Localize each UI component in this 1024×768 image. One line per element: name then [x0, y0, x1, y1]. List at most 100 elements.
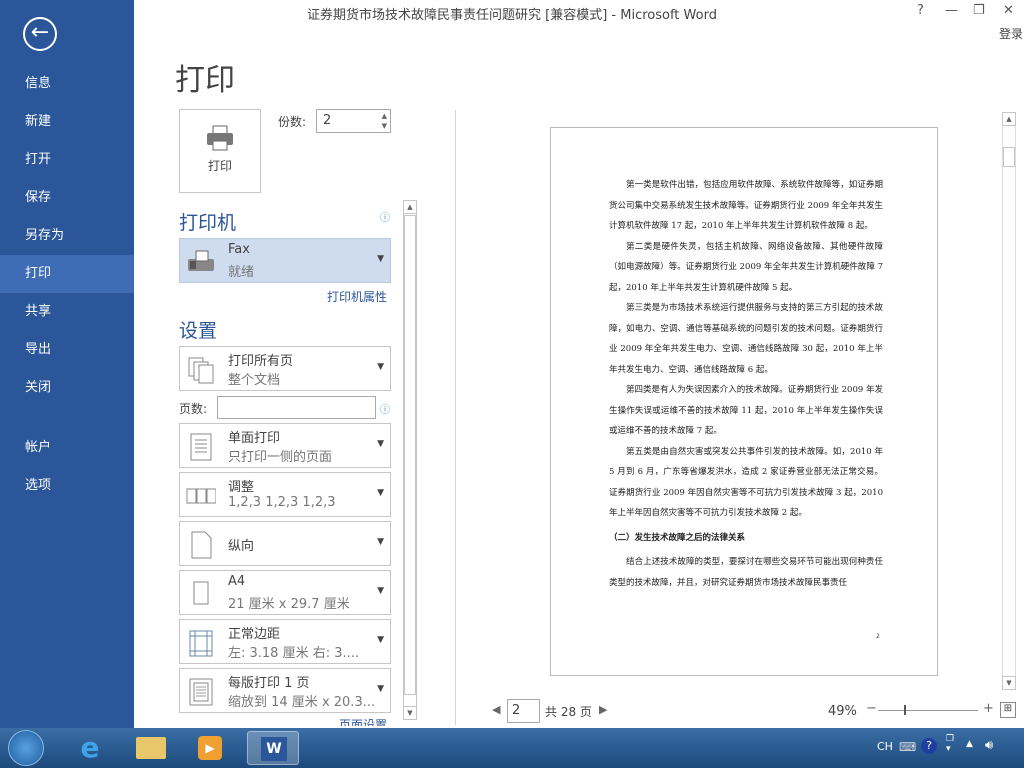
scroll-up-icon[interactable]: ▲ [1002, 112, 1016, 126]
pages-per-sheet-dropdown[interactable]: 每版打印 1 页 缩放到 14 厘米 x 20.3... ▼ [179, 668, 391, 713]
setting-secondary: 21 厘米 x 29.7 厘米 [228, 597, 350, 612]
single-sided-icon [190, 433, 212, 461]
scroll-thumb[interactable] [1003, 147, 1015, 167]
preview-body: 第一类是软件出错，包括应用软件故障、系统软件故障等，如证券期货公司集中交易系统发… [609, 175, 883, 593]
portrait-icon [191, 531, 212, 559]
next-page-button[interactable]: ▶ [599, 703, 607, 716]
scroll-thumb[interactable] [404, 215, 416, 695]
sidebar-item-close[interactable]: 关闭 [0, 369, 134, 407]
paragraph: 第三类是为市场技术系统运行提供服务与支持的第三方引起的技术故障，如电力、空调、通… [609, 303, 883, 375]
preview-scrollbar[interactable]: ▲ ▼ [1002, 112, 1016, 690]
restore-button[interactable]: ❐ [973, 3, 985, 18]
minimize-button[interactable]: — [945, 3, 958, 18]
collate-icon [186, 488, 216, 504]
collate-dropdown[interactable]: 调整 1,2,3 1,2,3 1,2,3 ▼ [179, 472, 391, 517]
setting-primary: 纵向 [228, 539, 255, 554]
pages-input[interactable] [217, 396, 376, 419]
show-hidden-icons[interactable]: ▲ [966, 739, 973, 749]
printer-name: Fax [228, 242, 250, 257]
paper-size-dropdown[interactable]: A4 21 厘米 x 29.7 厘米 ▼ [179, 570, 391, 615]
ie-icon[interactable]: e [64, 731, 116, 765]
chevron-down-icon: ▼ [377, 586, 384, 596]
copies-value: 2 [323, 113, 332, 128]
scroll-down-icon[interactable]: ▼ [403, 706, 417, 720]
page-setup-link[interactable]: 页面设置 [339, 716, 387, 726]
margins-dropdown[interactable]: 正常边距 左: 3.18 厘米 右: 3.... ▼ [179, 619, 391, 664]
scroll-down-icon[interactable]: ▼ [1002, 676, 1016, 690]
setting-primary: 打印所有页 [228, 354, 294, 369]
sidebar-item-account[interactable]: 帐户 [0, 429, 134, 467]
volume-icon[interactable]: 🔊︎ [985, 738, 993, 753]
sidebar-item-export[interactable]: 导出 [0, 331, 134, 369]
start-button[interactable] [8, 730, 44, 766]
info-icon[interactable]: ⓘ [380, 209, 390, 224]
window-title: 证券期货市场技术故障民事责任问题研究 [兼容模式] - Microsoft Wo… [307, 8, 717, 23]
fit-page-icon[interactable]: ⊞ [1000, 702, 1016, 718]
copies-input[interactable]: 2 ▲ ▼ [316, 109, 391, 133]
login-link[interactable]: 登录 [999, 25, 1023, 42]
tray-restore-icon[interactable]: ❐ ▾ [946, 734, 954, 754]
setting-primary: A4 [228, 574, 246, 589]
help-button[interactable]: ? [917, 3, 924, 18]
zoom-in-button[interactable]: + [983, 701, 994, 716]
copies-spinner[interactable]: ▲ ▼ [382, 111, 387, 131]
paragraph: 第二类是硬件失灵，包括主机故障、网络设备故障、其他硬件故障（如电源故障）等。证券… [609, 241, 883, 293]
print-button[interactable]: 打印 [179, 109, 261, 193]
copies-label: 份数: [278, 115, 307, 129]
media-player-icon[interactable]: ▶ [184, 731, 236, 765]
sidebar-item-open[interactable]: 打开 [0, 141, 134, 179]
setting-secondary: 1,2,3 1,2,3 1,2,3 [228, 495, 336, 510]
printer-dropdown[interactable]: Fax 就绪 ▼ [179, 238, 391, 283]
pages-label: 页数: [179, 402, 208, 416]
explorer-icon[interactable] [124, 731, 176, 765]
print-range-dropdown[interactable]: 打印所有页 整个文档 ▼ [179, 346, 391, 391]
chevron-down-icon: ▼ [377, 537, 384, 547]
zoom-slider[interactable] [878, 710, 978, 711]
taskbar: e ▶ W CH ⌨ ? ❐ ▾ ▲ 🔊︎ [0, 728, 1024, 768]
printer-status: 就绪 [228, 265, 255, 280]
help-tray-icon[interactable]: ? [921, 738, 937, 754]
zoom-level[interactable]: 49% [828, 704, 857, 719]
chevron-down-icon: ▼ [377, 254, 384, 264]
sidebar-item-share[interactable]: 共享 [0, 293, 134, 331]
setting-primary: 调整 [228, 480, 255, 495]
sidebar-item-save-as[interactable]: 另存为 [0, 217, 134, 255]
sidebar-item-options[interactable]: 选项 [0, 467, 134, 505]
printer-icon [207, 125, 233, 151]
chevron-down-icon: ▼ [377, 635, 384, 645]
setting-secondary: 只打印一侧的页面 [228, 450, 333, 465]
word-taskbar-icon[interactable]: W [247, 731, 299, 765]
close-button[interactable]: ✕ [1003, 3, 1014, 18]
printer-heading: 打印机 [179, 212, 237, 234]
sides-dropdown[interactable]: 单面打印 只打印一侧的页面 ▼ [179, 423, 391, 468]
info-icon[interactable]: ⓘ [380, 401, 390, 416]
settings-scrollbar[interactable]: ▲ ▼ [403, 200, 417, 720]
current-page-input[interactable]: 2 [507, 699, 540, 723]
chevron-down-icon: ▼ [377, 362, 384, 372]
sidebar-item-save[interactable]: 保存 [0, 179, 134, 217]
paragraph: 结合上述技术故障的类型，要探讨在哪些交易环节可能出现何种责任类型的技术故障，并且… [609, 557, 883, 588]
page-scale-icon [189, 678, 213, 706]
divider [455, 110, 456, 725]
scroll-up-icon[interactable]: ▲ [403, 200, 417, 214]
language-indicator[interactable]: CH [877, 740, 893, 753]
paper-icon [193, 581, 209, 605]
prev-page-button[interactable]: ◀ [492, 703, 500, 716]
chevron-down-icon: ▼ [377, 684, 384, 694]
print-preview-page: 第一类是软件出错，包括应用软件故障、系统软件故障等，如证券期货公司集中交易系统发… [550, 127, 938, 676]
keyboard-icon[interactable]: ⌨ [899, 740, 916, 754]
margins-icon [189, 630, 213, 657]
chevron-down-icon: ▼ [377, 488, 384, 498]
orientation-dropdown[interactable]: 纵向 ▼ [179, 521, 391, 566]
page-title: 打印 [175, 63, 235, 98]
setting-secondary: 整个文档 [228, 373, 281, 388]
setting-secondary: 左: 3.18 厘米 右: 3.... [228, 646, 360, 661]
paragraph: 第四类是有人为失误因素介入的技术故障。证券期货行业 2009 年发生操作失误或运… [609, 385, 883, 436]
sidebar-item-info[interactable]: 信息 [0, 65, 134, 103]
sidebar-item-print[interactable]: 打印 [0, 255, 134, 293]
printer-properties-link[interactable]: 打印机属性 [327, 288, 387, 305]
fax-icon [188, 250, 214, 271]
sidebar-item-new[interactable]: 新建 [0, 103, 134, 141]
zoom-slider-thumb[interactable] [904, 705, 906, 715]
zoom-out-button[interactable]: − [866, 701, 877, 716]
